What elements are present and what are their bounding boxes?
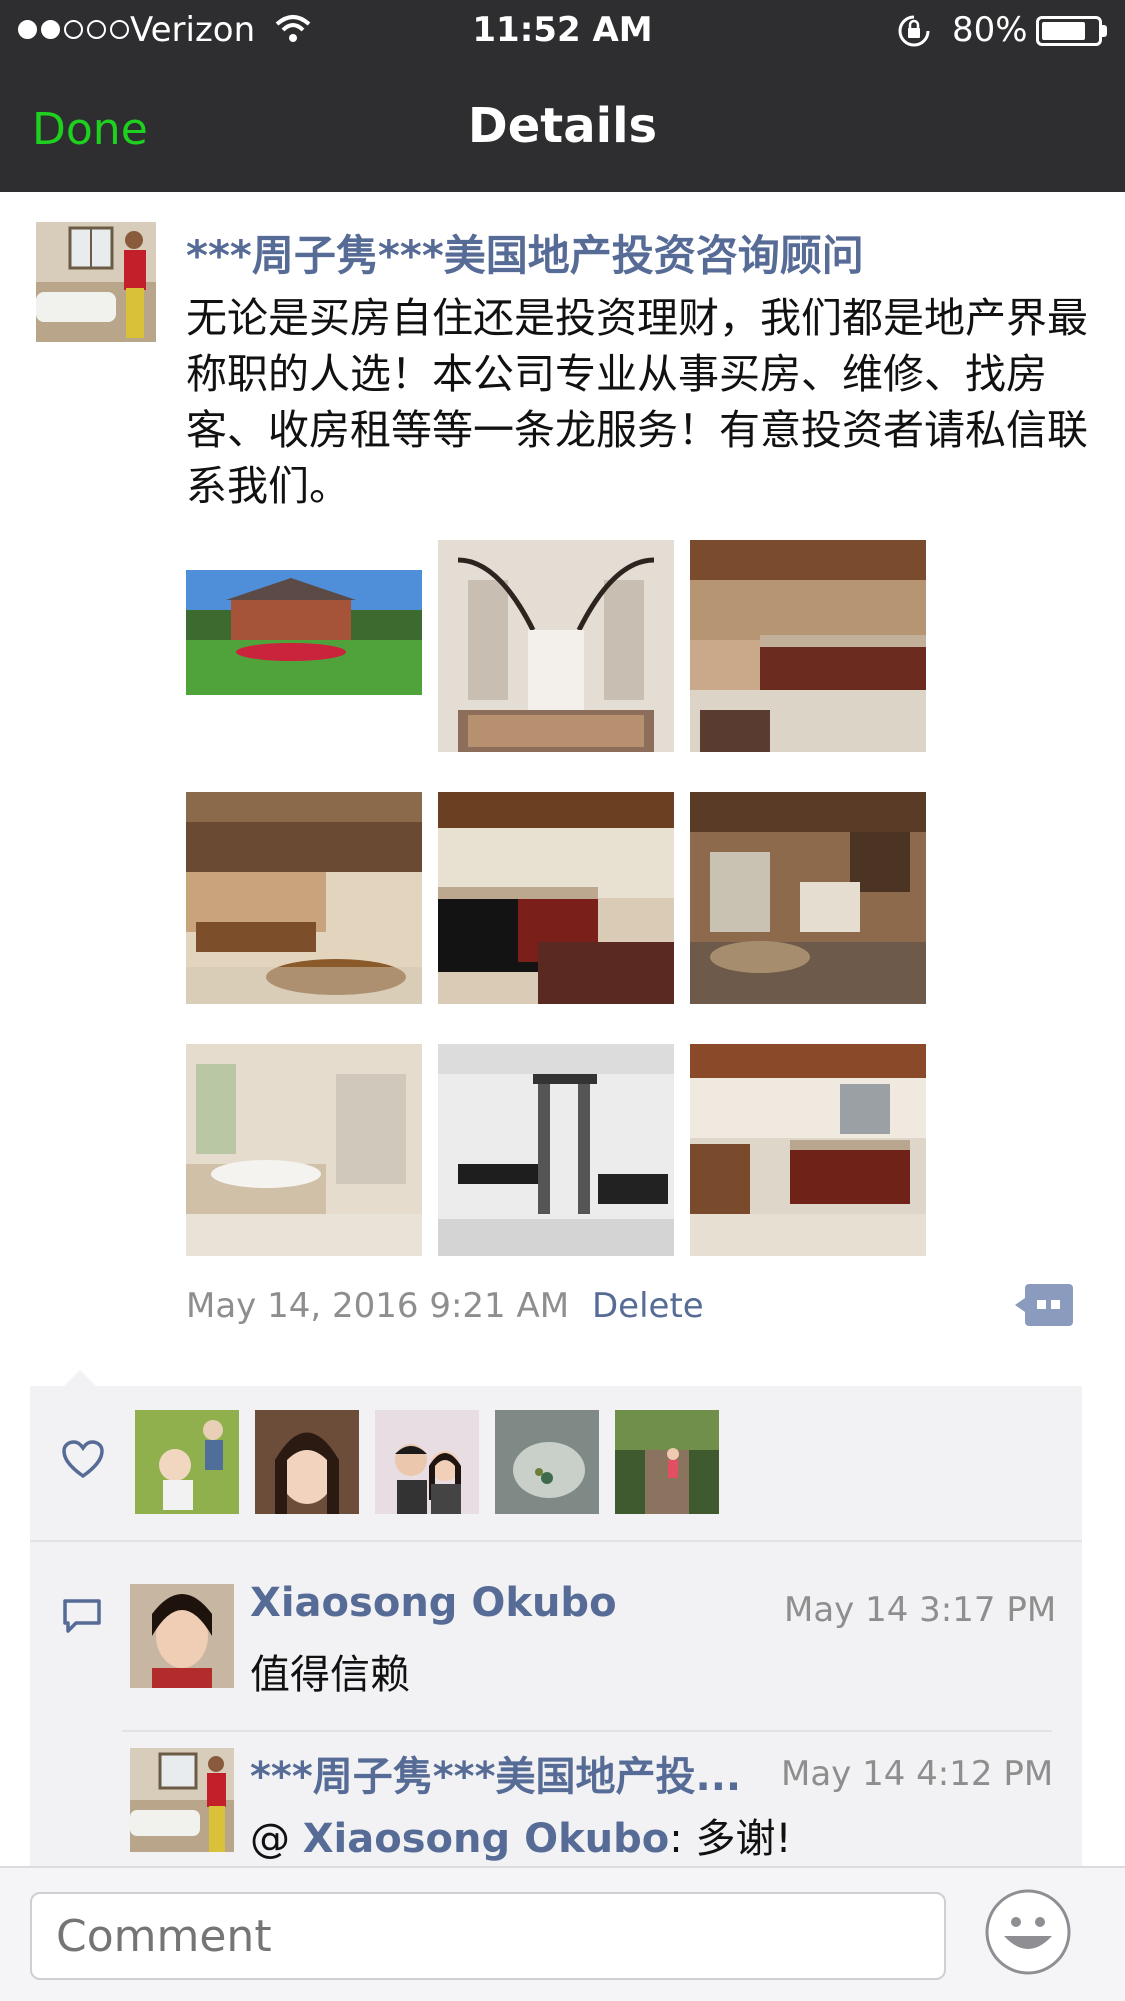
commenter-avatar[interactable] [130, 1748, 234, 1852]
photo-dining-room[interactable] [186, 792, 422, 1004]
photo-bathroom[interactable] [186, 1044, 422, 1256]
panel-divider [30, 1540, 1082, 1542]
comment-input[interactable] [30, 1892, 946, 1980]
comment-options-icon[interactable] [1015, 1282, 1075, 1328]
post-author-name[interactable]: ***周子隽***美国地产投资咨询顾问 [186, 222, 864, 283]
top-bar: Verizon 11:52 AM 80% Done Details [0, 0, 1125, 192]
photo-kitchen-island[interactable] [438, 792, 674, 1004]
comment-reply-text: : 多谢! [669, 1816, 792, 1862]
liker-avatar[interactable] [375, 1410, 479, 1514]
battery-tip [1102, 25, 1107, 37]
comment-bubble-icon [63, 1599, 101, 1633]
rotation-lock-icon [898, 15, 930, 47]
photo-kitchen-wide[interactable] [690, 1044, 926, 1256]
comment-author-name[interactable]: Xiaosong Okubo [250, 1580, 617, 1626]
delete-link[interactable]: Delete [592, 1286, 704, 1326]
emoji-icon[interactable] [984, 1888, 1072, 1976]
liker-avatar[interactable] [615, 1410, 719, 1514]
liker-avatar[interactable] [255, 1410, 359, 1514]
battery-percentage: 80% [952, 10, 1028, 50]
photo-exterior[interactable] [186, 540, 422, 752]
liker-avatar[interactable] [135, 1410, 239, 1514]
photo-living-room[interactable] [690, 792, 926, 1004]
mention-prefix: @ [250, 1816, 303, 1862]
status-bar: Verizon 11:52 AM 80% [0, 0, 1125, 62]
mention-link[interactable]: Xiaosong Okubo [303, 1816, 670, 1862]
post-timestamp: May 14, 2016 9:21 AM [186, 1286, 570, 1326]
comment-text: @ Xiaosong Okubo: 多谢! [250, 1806, 792, 1864]
photo-home-gym[interactable] [438, 1044, 674, 1256]
heart-icon [62, 1440, 104, 1479]
photo-kitchen[interactable] [690, 540, 926, 752]
comment-divider [122, 1730, 1052, 1732]
post-author-avatar[interactable] [36, 222, 156, 342]
page-title: Details [467, 98, 658, 154]
liker-avatar[interactable] [495, 1410, 599, 1514]
comment-text: 值得信赖 [250, 1652, 410, 1698]
post-body-text: 无论是买房自住还是投资理财，我们都是地产界最称职的人选！本公司专业从事买房、维修… [186, 294, 1088, 510]
commenter-avatar[interactable] [130, 1584, 234, 1688]
comment-author-name[interactable]: ***周子隽***美国地产投... [250, 1744, 741, 1802]
photo-grid [186, 540, 928, 1256]
battery-icon [1036, 16, 1102, 46]
comment-timestamp: May 14 3:17 PM [784, 1590, 1057, 1630]
comment-timestamp: May 14 4:12 PM [781, 1754, 1054, 1794]
photo-staircase[interactable] [438, 540, 674, 752]
